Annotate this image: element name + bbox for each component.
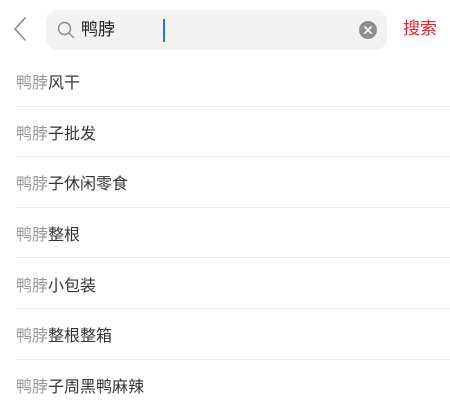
clear-icon[interactable] [359,21,377,39]
suggestion-match-text: 鸭脖 [16,123,49,143]
suggestion-match-text: 鸭脖 [16,225,49,245]
search-header: 搜索 [0,0,450,56]
text-caret [163,19,165,42]
suggestion-rest-text: 整根整箱 [48,326,113,346]
search-input[interactable] [81,16,351,44]
suggestion-rest-text: 子批发 [48,123,97,143]
suggestion-item[interactable]: 鸭脖 子周黑鸭麻辣 [0,360,450,409]
suggestion-rest-text: 子周黑鸭麻辣 [48,376,145,396]
suggestion-match-text: 鸭脖 [16,326,49,346]
suggestion-item[interactable]: 鸭脖 子休闲零食 [0,157,450,208]
suggestion-match-text: 鸭脖 [16,174,49,194]
suggestion-rest-text: 整根 [48,225,81,245]
search-box[interactable] [46,10,387,50]
suggestion-match-text: 鸭脖 [16,73,49,93]
search-icon [57,21,75,39]
suggestion-rest-text: 小包装 [48,275,97,295]
suggestion-list: 鸭脖 风干 鸭脖 子批发 鸭脖 子休闲零食 鸭脖 整根 鸭脖 小包装 鸭脖 整根整箱 鸭脖子… [0,56,450,409]
suggestion-match-text: 鸭脖 [16,376,49,396]
suggestion-rest-text: 子休闲零食 [48,174,129,194]
suggestion-item[interactable]: 鸭脖 小包装 [0,258,450,309]
suggestion-rest-text: 风干 [48,73,81,93]
suggestion-item[interactable]: 鸭脖 风干 [0,56,450,107]
suggestion-item[interactable]: 鸭脖 整根整箱 [0,309,450,360]
chevron-left-icon [14,17,26,41]
suggestion-match-text: 鸭脖 [16,275,49,295]
search-button[interactable]: 搜索 [403,16,437,42]
suggestion-item[interactable]: 鸭脖 子批发 [0,107,450,158]
back-button[interactable] [6,14,34,44]
suggestion-item[interactable]: 鸭脖 整根 [0,208,450,259]
